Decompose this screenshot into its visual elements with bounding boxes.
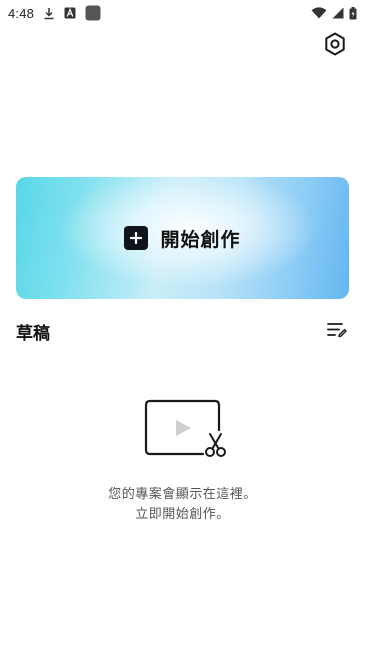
drafts-title: 草稿 [16, 324, 50, 344]
battery-icon [349, 6, 357, 20]
start-creating-label: 開始創作 [160, 228, 241, 251]
status-left: 4:48 [8, 5, 101, 21]
start-creating-button[interactable]: 開始創作 [16, 177, 349, 299]
download-icon [43, 7, 55, 20]
status-bar: 4:48 [0, 0, 365, 26]
a-badge-icon [64, 7, 76, 19]
empty-state-cta-text: 立即開始創作。 [135, 507, 230, 522]
edit-drafts-button[interactable] [326, 322, 348, 342]
settings-hexagon-icon [324, 32, 346, 60]
wifi-icon [311, 7, 327, 19]
edit-list-icon [327, 322, 347, 342]
plus-square-icon [124, 226, 149, 250]
status-right [311, 6, 357, 20]
app-screen: 4:48 開始創作 草稿 您的專案會顯示在這裡。 立即開始創作。 [0, 0, 365, 650]
signal-icon [332, 7, 344, 19]
empty-state-message: 您的專案會顯示在這裡。 [108, 487, 257, 502]
status-time: 4:48 [8, 5, 35, 21]
settings-button[interactable] [320, 32, 350, 60]
video-scissors-icon [144, 399, 228, 461]
app-square-icon [85, 5, 101, 21]
